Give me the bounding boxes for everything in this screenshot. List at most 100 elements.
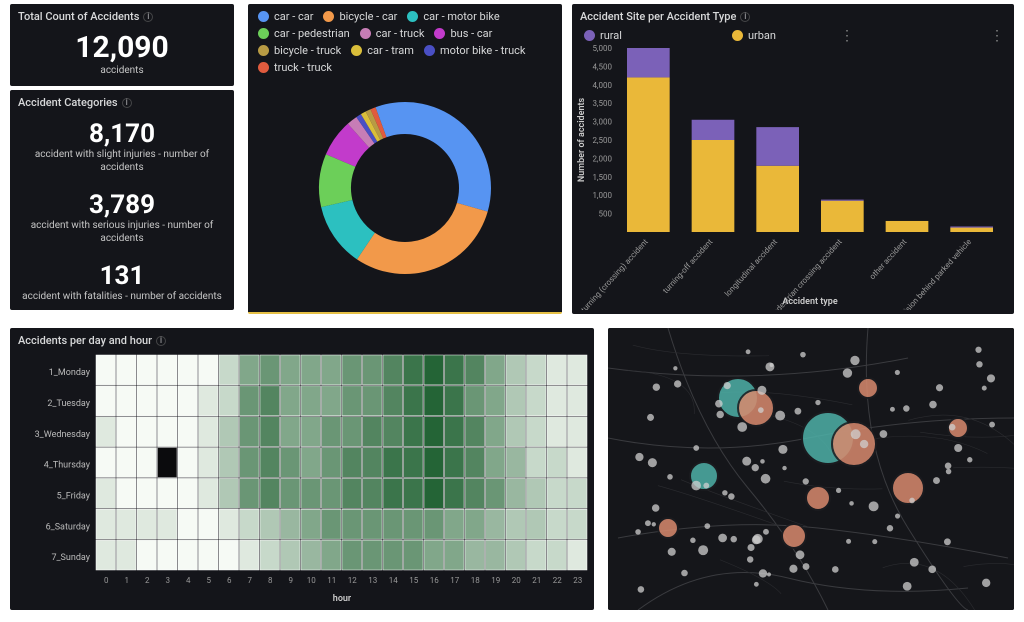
heatmap-cell[interactable] [137,417,157,447]
map-point[interactable] [763,529,769,535]
heatmap-cell[interactable] [363,355,383,385]
heatmap-cell[interactable] [96,509,116,539]
heatmap-cell[interactable] [219,509,239,539]
map-point[interactable] [747,544,754,551]
heatmap-cell[interactable] [547,417,567,447]
heatmap-cell[interactable] [158,478,178,508]
heatmap-cell[interactable] [137,448,157,478]
map-point[interactable] [933,477,940,484]
heatmap-cell[interactable] [424,478,444,508]
map-point[interactable] [715,400,723,408]
panel-map[interactable] [608,328,1014,610]
heatmap-cell[interactable] [547,448,567,478]
map-point[interactable] [652,522,656,526]
bar-segment[interactable] [692,140,735,232]
heatmap-cell[interactable] [219,417,239,447]
heatmap-cell[interactable] [547,355,567,385]
map-point[interactable] [903,582,912,591]
map-point[interactable] [860,440,868,448]
heatmap-cell[interactable] [342,417,362,447]
legend-item[interactable]: car - pedestrian [258,27,350,40]
map-point[interactable] [928,565,936,573]
heatmap-cell[interactable] [281,386,301,416]
map-bubble[interactable] [892,472,924,504]
map-point[interactable] [851,429,861,439]
heatmap-cell[interactable] [486,478,506,508]
bar-segment[interactable] [886,221,929,232]
map-point[interactable] [803,478,809,484]
heatmap-cell[interactable] [445,540,465,570]
info-icon[interactable]: i [156,336,166,346]
map-bubble[interactable] [858,378,878,398]
stacked-bar-chart[interactable]: 5001,0001,5002,0002,5003,0003,5004,0004,… [572,42,1014,310]
map-point[interactable] [832,566,839,573]
bar-segment[interactable] [756,166,799,232]
heatmap-cell[interactable] [117,540,137,570]
heatmap-cell[interactable] [424,417,444,447]
heatmap-cell[interactable] [117,417,137,447]
heatmap-cell[interactable] [199,448,219,478]
heatmap-cell[interactable] [178,509,198,539]
heatmap-cell[interactable] [547,540,567,570]
heatmap-cell[interactable] [281,478,301,508]
map-point[interactable] [944,538,951,545]
map-point[interactable] [775,411,785,421]
map-point[interactable] [673,366,677,370]
heatmap-cell[interactable] [547,478,567,508]
heatmap-cell[interactable] [240,509,260,539]
map-point[interactable] [724,382,731,389]
heatmap-cell[interactable] [527,417,547,447]
heatmap-cell[interactable] [322,448,342,478]
heatmap-cell[interactable] [424,448,444,478]
heatmap-cell[interactable] [158,355,178,385]
heatmap-cell[interactable] [363,417,383,447]
heatmap-cell[interactable] [383,417,403,447]
heatmap-cell[interactable] [568,478,588,508]
heatmap-cell[interactable] [465,448,485,478]
map-point[interactable] [742,457,751,466]
legend-item[interactable]: car - tram [351,44,414,57]
heatmap-cell[interactable] [506,540,526,570]
heatmap-cell[interactable] [404,417,424,447]
heatmap-cell[interactable] [527,478,547,508]
map-point[interactable] [975,347,981,353]
heatmap-cell[interactable] [404,355,424,385]
heatmap-cell[interactable] [178,355,198,385]
map-point[interactable] [770,363,774,367]
legend-item[interactable]: motor bike - truck [424,44,526,57]
map-point[interactable] [647,414,654,421]
heatmap-cell[interactable] [465,355,485,385]
heatmap-cell[interactable] [445,386,465,416]
bar-segment[interactable] [756,127,799,166]
map-point[interactable] [803,563,810,570]
heatmap-cell[interactable] [383,355,403,385]
map-point[interactable] [693,445,699,451]
map-point[interactable] [698,545,708,555]
heatmap-cell[interactable] [178,417,198,447]
bar-segment[interactable] [692,120,735,140]
map-point[interactable] [703,483,709,489]
heatmap-cell[interactable] [199,509,219,539]
map-point[interactable] [796,550,805,559]
heatmap-cell[interactable] [445,478,465,508]
heatmap-cell[interactable] [240,417,260,447]
heatmap-cell[interactable] [301,509,321,539]
map-point[interactable] [967,457,972,462]
map-point[interactable] [761,474,771,484]
map-bubble[interactable] [738,390,774,426]
heatmap-cell[interactable] [383,448,403,478]
map-point[interactable] [690,538,695,543]
heatmap-cell[interactable] [219,540,239,570]
map-point[interactable] [880,430,888,438]
heatmap-cell[interactable] [404,478,424,508]
heatmap-cell[interactable] [404,448,424,478]
map-point[interactable] [872,539,877,544]
heatmap-cell[interactable] [322,509,342,539]
heatmap-cell[interactable] [260,509,280,539]
heatmap-cell[interactable] [219,386,239,416]
map-point[interactable] [954,444,962,452]
heatmap-cell[interactable] [260,448,280,478]
heatmap-cell[interactable] [363,540,383,570]
heatmap-cell[interactable] [137,509,157,539]
heatmap-cell[interactable] [404,386,424,416]
